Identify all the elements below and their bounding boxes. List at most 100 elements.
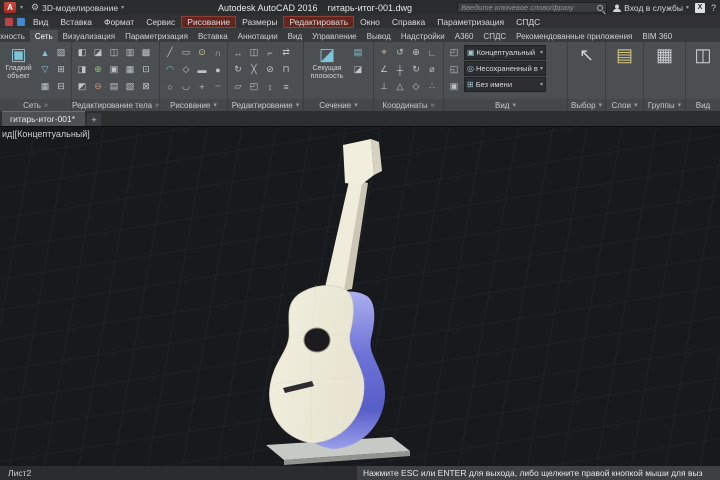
mesh-tool-icon[interactable]: ⊟ <box>53 78 69 95</box>
mesh-tool-icon[interactable]: ▦ <box>37 78 53 95</box>
draw-tool-icon[interactable]: ◇ <box>178 61 194 78</box>
draw-tool-icon[interactable]: ▬ <box>194 61 210 78</box>
tab-annotacii[interactable]: Аннотации <box>233 30 283 42</box>
solid-edit-tool-icon[interactable]: ▣ <box>106 61 122 78</box>
ucs-tool-icon[interactable]: ⌖ <box>376 44 392 61</box>
draw-tool-icon[interactable]: ◠ <box>162 61 178 78</box>
panel-title-select[interactable]: Выбор ▾ <box>568 99 605 111</box>
mesh-tool-icon[interactable]: ⊞ <box>53 61 69 78</box>
tab-featured-apps[interactable]: Рекомендованные приложения <box>511 30 637 42</box>
solid-edit-tool-icon[interactable]: ◪ <box>90 44 106 61</box>
solid-edit-tool-icon[interactable]: ⊖ <box>90 78 106 95</box>
solid-edit-tool-icon[interactable]: ▤ <box>106 78 122 95</box>
mesh-tool-icon[interactable]: ▨ <box>53 44 69 61</box>
guitar-neck[interactable] <box>324 181 368 292</box>
menu-razmery[interactable]: Размеры <box>236 16 283 28</box>
draw-tool-icon[interactable]: ● <box>210 61 226 78</box>
tab-spds[interactable]: СПДС <box>478 30 511 42</box>
solid-edit-tool-icon[interactable]: ⊕ <box>90 61 106 78</box>
solid-edit-tool-icon[interactable]: ⊠ <box>138 78 154 95</box>
modify-tool-icon[interactable]: ↻ <box>230 61 246 78</box>
section-tool-icon[interactable]: ◪ <box>350 61 366 78</box>
panel-title-edit[interactable]: Редактирование ▾ <box>228 99 303 111</box>
menu-risovanie[interactable]: Рисование <box>181 15 237 28</box>
tab-a360[interactable]: A360 <box>450 30 479 42</box>
modify-tool-icon[interactable]: ◰ <box>246 78 262 95</box>
mesh-tool-icon[interactable]: ▽ <box>37 61 53 78</box>
solid-edit-tool-icon[interactable]: ▩ <box>138 44 154 61</box>
solid-edit-tool-icon[interactable]: ▦ <box>122 61 138 78</box>
search-input[interactable]: Введите ключевое слово/фразу <box>457 2 608 13</box>
ucs-tool-icon[interactable]: ◇ <box>408 78 424 95</box>
guitar-headstock[interactable] <box>343 139 382 185</box>
ucs-tool-icon[interactable]: ┼ <box>392 61 408 78</box>
exchange-apps-icon[interactable]: X <box>694 2 705 13</box>
modify-tool-icon[interactable]: ⌐ <box>262 44 278 61</box>
ucs-tool-icon[interactable]: ⌀ <box>424 61 440 78</box>
tab-vid[interactable]: Вид <box>283 30 307 42</box>
file-tab-active[interactable]: гитарь-итог-001* <box>2 111 86 126</box>
viewport-tool-icon[interactable]: ◱ <box>446 61 462 78</box>
visual-style-select[interactable]: ▣ Концептуальный ▾ <box>464 45 546 60</box>
solid-edit-tool-icon[interactable]: ⊡ <box>138 61 154 78</box>
ucs-tool-icon[interactable]: ∟ <box>424 44 440 61</box>
tab-poverkhnost[interactable]: Поверхность <box>0 30 30 42</box>
panel-title-draw[interactable]: Рисование ▾ <box>160 99 227 111</box>
panel-title-net[interactable]: Сеть» <box>0 99 71 111</box>
draw-tool-icon[interactable]: ▭ <box>178 44 194 61</box>
modify-tool-icon[interactable]: ◫ <box>246 44 262 61</box>
workspace-switcher[interactable]: ⚙ 3D-моделирование ▾ <box>27 2 128 13</box>
sign-in-button[interactable]: Вход в службы ▾ <box>613 3 689 13</box>
solid-edit-tool-icon[interactable]: ▧ <box>122 78 138 95</box>
solid-edit-tool-icon[interactable]: ◫ <box>106 44 122 61</box>
ucs-tool-icon[interactable]: ∠ <box>376 61 392 78</box>
tab-set[interactable]: Сеть <box>29 30 58 42</box>
menu-format[interactable]: Формат <box>98 16 140 28</box>
draw-tool-icon[interactable]: ∩ <box>210 44 226 61</box>
tab-vstavka[interactable]: Вставка <box>193 30 233 42</box>
panel-title-solid-edit[interactable]: Редактирование тела» <box>72 99 159 111</box>
modify-tool-icon[interactable]: ╳ <box>246 61 262 78</box>
viewport-canvas[interactable]: ид|[Концептуальный] <box>0 126 720 466</box>
modify-tool-icon[interactable]: ▱ <box>230 78 246 95</box>
search-icon[interactable] <box>597 4 604 11</box>
panel-title-coords[interactable]: Координаты» <box>374 99 443 111</box>
named-view-select[interactable]: ◎ Несохраненный вид ▾ <box>464 61 546 76</box>
tab-nadstroyki[interactable]: Надстройки <box>396 30 450 42</box>
viewport-tool-icon[interactable]: ◰ <box>446 44 462 61</box>
quick-access-icon-blue[interactable] <box>17 17 25 26</box>
menu-vid[interactable]: Вид <box>27 16 54 28</box>
solid-edit-tool-icon[interactable]: ▥ <box>122 44 138 61</box>
solid-edit-tool-icon[interactable]: ◩ <box>74 78 90 95</box>
ucs-tool-icon[interactable]: ⊕ <box>408 44 424 61</box>
guitar-3d-model[interactable] <box>0 127 720 467</box>
viewport-icon[interactable]: ◫ <box>694 45 711 65</box>
panel-title-view[interactable]: Вид ▾ <box>444 99 567 111</box>
modify-tool-icon[interactable]: ⇄ <box>278 44 294 61</box>
panel-title-layers[interactable]: Слои ▾ <box>606 99 643 111</box>
menu-servis[interactable]: Сервис <box>140 16 181 28</box>
layout-tab[interactable]: Лист2 <box>0 468 39 478</box>
quick-access-icon-red[interactable] <box>5 17 13 26</box>
layers-icon[interactable]: ▤ <box>616 45 633 65</box>
tab-vyvod[interactable]: Вывод <box>362 30 396 42</box>
modify-tool-icon[interactable]: ≡ <box>278 78 294 95</box>
solid-edit-tool-icon[interactable]: ◧ <box>74 44 90 61</box>
menu-okno[interactable]: Окно <box>354 16 386 28</box>
section-plane-button[interactable]: ◪ Секущая плоскость <box>306 44 348 97</box>
modify-tool-icon[interactable]: ⊘ <box>262 61 278 78</box>
solid-edit-tool-icon[interactable]: ◨ <box>74 61 90 78</box>
tab-bim360[interactable]: BIM 360 <box>637 30 677 42</box>
tab-vizualizaciya[interactable]: Визуализация <box>58 30 120 42</box>
menu-spravka[interactable]: Справка <box>386 16 431 28</box>
smooth-object-button[interactable]: ▣ Гладкий объект <box>2 44 35 97</box>
logo-dropdown-icon[interactable]: ▾ <box>20 4 23 11</box>
ucs-tool-icon[interactable]: △ <box>392 78 408 95</box>
draw-tool-icon[interactable]: ○ <box>162 78 178 95</box>
ucs-tool-icon[interactable]: ∴ <box>424 78 440 95</box>
tab-upravlenie[interactable]: Управление <box>307 30 361 42</box>
guitar-body[interactable] <box>269 285 365 444</box>
modify-tool-icon[interactable]: ↔ <box>230 44 246 61</box>
draw-tool-icon[interactable]: ◡ <box>178 78 194 95</box>
help-icon[interactable]: ? <box>711 3 716 13</box>
